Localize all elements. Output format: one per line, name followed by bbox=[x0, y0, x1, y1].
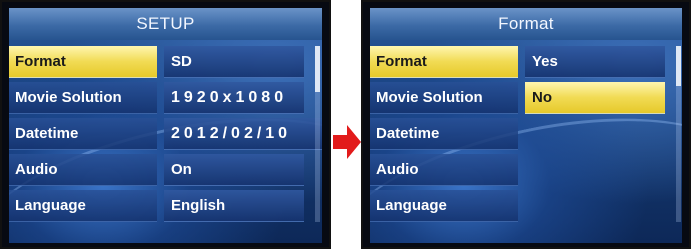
format-panel: Format Format Movie Solution Datetime Au… bbox=[370, 8, 682, 243]
scrollbar[interactable] bbox=[315, 46, 320, 222]
menu-item-label: Datetime bbox=[15, 125, 79, 142]
format-screen: Format Format Movie Solution Datetime Au… bbox=[361, 0, 691, 249]
menu-item-label: Format bbox=[376, 53, 427, 70]
option-yes[interactable]: Yes bbox=[525, 46, 665, 78]
menu-item-language[interactable]: Language bbox=[9, 190, 157, 222]
menu-item-audio[interactable]: Audio bbox=[370, 154, 518, 186]
menu-item-language[interactable]: Language bbox=[370, 190, 518, 222]
menu-item-movie-solution[interactable]: Movie Solution bbox=[9, 82, 157, 114]
value-format[interactable]: SD bbox=[164, 46, 304, 78]
scrollbar-thumb[interactable] bbox=[315, 46, 320, 92]
menu-item-label: Movie Solution bbox=[15, 89, 122, 106]
setup-screen: SETUP Format Movie Solution Datetime Aud… bbox=[0, 0, 331, 249]
scrollbar[interactable] bbox=[676, 46, 681, 222]
value-movie-solution[interactable]: 1920x1080 bbox=[164, 82, 304, 114]
menu-item-label: Movie Solution bbox=[376, 89, 483, 106]
menu-item-format[interactable]: Format bbox=[370, 46, 518, 78]
menu-item-label: Language bbox=[15, 197, 86, 214]
value-audio[interactable]: On bbox=[164, 154, 304, 186]
scrollbar-thumb[interactable] bbox=[676, 46, 681, 86]
menu-item-label: Audio bbox=[376, 161, 419, 178]
menu-item-datetime[interactable]: Datetime bbox=[370, 118, 518, 150]
value-language[interactable]: English bbox=[164, 190, 304, 222]
menu-item-audio[interactable]: Audio bbox=[9, 154, 157, 186]
menu-item-label: Format bbox=[15, 53, 66, 70]
menu-item-format[interactable]: Format bbox=[9, 46, 157, 78]
menu-item-datetime[interactable]: Datetime bbox=[9, 118, 157, 150]
format-title: Format bbox=[370, 8, 682, 40]
setup-title: SETUP bbox=[9, 8, 322, 40]
option-no[interactable]: No bbox=[525, 82, 665, 114]
menu-item-movie-solution[interactable]: Movie Solution bbox=[370, 82, 518, 114]
menu-item-label: Language bbox=[376, 197, 447, 214]
menu-item-label: Audio bbox=[15, 161, 58, 178]
right-arrow-icon bbox=[333, 125, 361, 159]
setup-panel: SETUP Format Movie Solution Datetime Aud… bbox=[9, 8, 322, 243]
value-datetime[interactable]: 2012/02/10 bbox=[164, 118, 322, 150]
menu-item-label: Datetime bbox=[376, 125, 440, 142]
